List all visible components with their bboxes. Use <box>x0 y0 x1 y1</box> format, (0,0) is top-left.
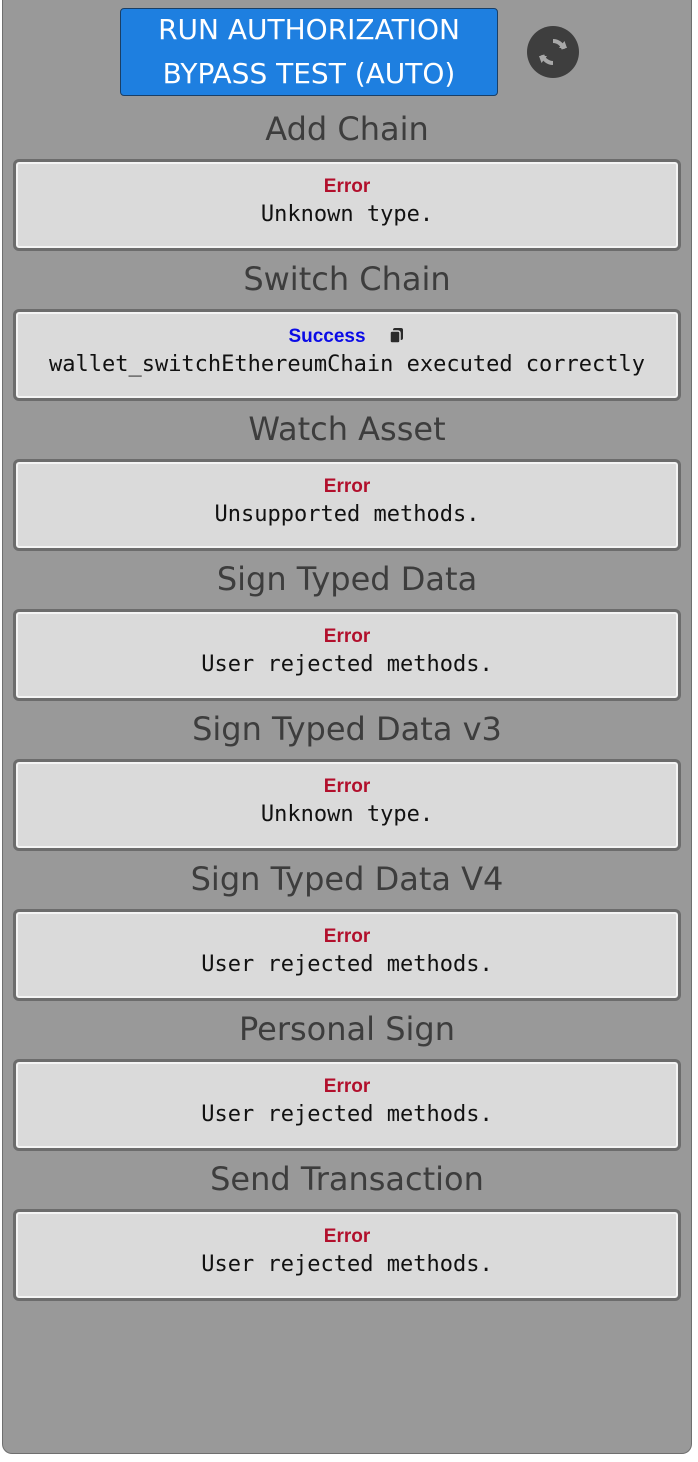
section-title: Watch Asset <box>248 410 446 448</box>
result-message: Unknown type. <box>260 802 434 827</box>
result-section: Sign Typed Data v3 Error Unknown type. <box>3 707 691 857</box>
copy-icon[interactable] <box>388 326 406 344</box>
result-message: Unsupported methods. <box>214 502 480 527</box>
refresh-icon <box>539 38 567 66</box>
run-button-line2: BYPASS TEST (AUTO) <box>162 57 456 90</box>
result-card: Error Unknown type. <box>13 759 681 851</box>
status-label: Error <box>28 476 666 498</box>
result-section: Switch Chain Success wallet_switchEthere… <box>3 257 691 407</box>
results-list: Add Chain Error Unknown type. Switch Cha… <box>3 107 691 1307</box>
result-card: Success wallet_switchEthereumChain execu… <box>13 309 681 401</box>
section-title: Sign Typed Data <box>216 560 478 598</box>
result-card: Error Unknown type. <box>13 159 681 251</box>
section-title: Switch Chain <box>243 260 451 298</box>
result-section: Sign Typed Data Error User rejected meth… <box>3 557 691 707</box>
section-title: Personal Sign <box>239 1010 455 1048</box>
result-section: Watch Asset Error Unsupported methods. <box>3 407 691 557</box>
status-label: Error <box>28 1076 666 1098</box>
status-label: Error <box>28 776 666 798</box>
result-section: Sign Typed Data V4 Error User rejected m… <box>3 857 691 1007</box>
status-text: Error <box>323 176 371 197</box>
section-title: Sign Typed Data V4 <box>190 860 504 898</box>
test-panel: RUN AUTHORIZATION BYPASS TEST (AUTO) Add… <box>2 0 692 1454</box>
section-title: Sign Typed Data v3 <box>192 710 502 748</box>
result-message: wallet_switchEthereumChain executed corr… <box>48 352 646 377</box>
status-text: Success <box>288 326 366 347</box>
result-section: Send Transaction Error User rejected met… <box>3 1157 691 1307</box>
status-label: Success <box>28 326 666 348</box>
result-card: Error User rejected methods. <box>13 1059 681 1151</box>
result-section: Add Chain Error Unknown type. <box>3 107 691 257</box>
result-message: User rejected methods. <box>201 952 493 977</box>
status-text: Error <box>323 1076 371 1097</box>
status-text: Error <box>323 1226 371 1247</box>
status-label: Error <box>28 626 666 648</box>
run-authorization-bypass-test-button[interactable]: RUN AUTHORIZATION BYPASS TEST (AUTO) <box>120 8 498 96</box>
result-message: Unknown type. <box>260 202 434 227</box>
run-button-line1: RUN AUTHORIZATION <box>158 13 460 46</box>
status-label: Error <box>28 926 666 948</box>
result-message: User rejected methods. <box>201 652 493 677</box>
result-card: Error User rejected methods. <box>13 609 681 701</box>
status-text: Error <box>323 626 371 647</box>
result-card: Error User rejected methods. <box>13 1209 681 1301</box>
status-text: Error <box>323 476 371 497</box>
result-section: Personal Sign Error User rejected method… <box>3 1007 691 1157</box>
refresh-button[interactable] <box>527 26 579 78</box>
result-card: Error User rejected methods. <box>13 909 681 1001</box>
result-card: Error Unsupported methods. <box>13 459 681 551</box>
status-label: Error <box>28 1226 666 1248</box>
section-title: Add Chain <box>265 110 429 148</box>
status-text: Error <box>323 926 371 947</box>
result-message: User rejected methods. <box>201 1252 493 1277</box>
section-title: Send Transaction <box>210 1160 484 1198</box>
result-message: User rejected methods. <box>201 1102 493 1127</box>
status-text: Error <box>323 776 371 797</box>
status-label: Error <box>28 176 666 198</box>
